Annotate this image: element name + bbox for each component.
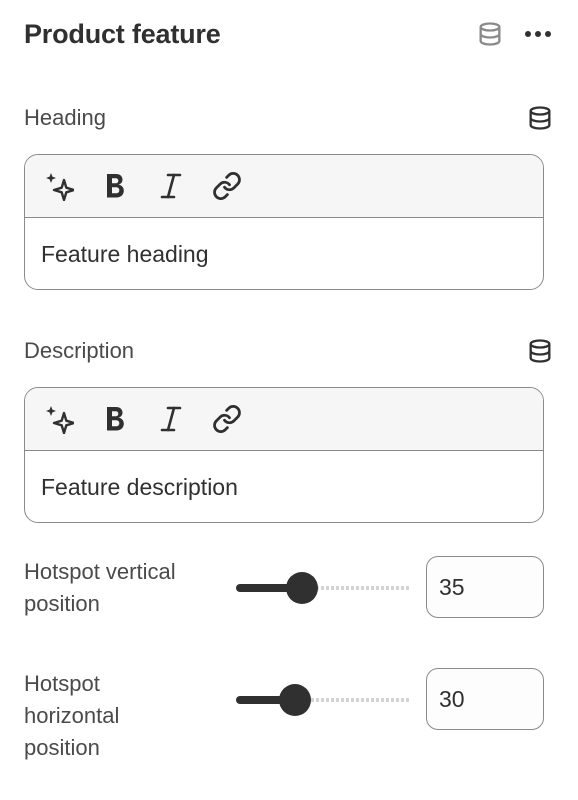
database-icon[interactable] [526, 337, 554, 365]
panel-header: Product feature [24, 12, 554, 56]
database-icon[interactable] [526, 104, 554, 132]
bold-icon[interactable] [99, 170, 131, 202]
database-icon[interactable] [476, 20, 504, 48]
sparkle-icon[interactable] [43, 170, 75, 202]
horizontal-label-line: horizontal [24, 703, 120, 728]
link-icon[interactable] [211, 170, 243, 202]
page-title: Product feature [24, 18, 221, 49]
vertical-position-input[interactable]: 35 [426, 556, 544, 618]
slider-thumb[interactable] [286, 572, 319, 604]
heading-input[interactable]: Feature heading [25, 218, 543, 289]
horizontal-position-input[interactable]: 30 [426, 668, 544, 730]
heading-label: Heading [24, 105, 106, 130]
link-icon[interactable] [211, 403, 243, 435]
header-actions [476, 20, 554, 48]
more-horizontal-icon[interactable] [522, 20, 554, 48]
vertical-label-line: position [24, 591, 100, 616]
horizontal-position-label: Hotspot horizontal position [24, 668, 234, 764]
horizontal-position-slider[interactable] [236, 683, 411, 717]
vertical-position-row: Hotspot vertical position 35 [24, 556, 546, 620]
description-label-row: Description [24, 335, 554, 367]
vertical-position-label: Hotspot vertical position [24, 556, 234, 620]
vertical-label-line: Hotspot vertical [24, 559, 176, 584]
description-toolbar [25, 388, 543, 451]
description-label: Description [24, 338, 135, 363]
description-input[interactable]: Feature description [25, 451, 543, 522]
horizontal-label-line: position [24, 735, 100, 760]
description-rich-text-editor: Feature description [24, 387, 544, 523]
vertical-position-slider[interactable] [236, 571, 411, 605]
heading-label-row: Heading [24, 102, 554, 134]
italic-icon[interactable] [155, 170, 187, 202]
horizontal-label-line: Hotspot [24, 671, 100, 696]
italic-icon[interactable] [155, 403, 187, 435]
horizontal-position-row: Hotspot horizontal position 30 [24, 668, 546, 764]
heading-rich-text-editor: Feature heading [24, 154, 544, 290]
heading-toolbar [25, 155, 543, 218]
sparkle-icon[interactable] [43, 403, 75, 435]
bold-icon[interactable] [99, 403, 131, 435]
slider-thumb[interactable] [278, 684, 311, 716]
